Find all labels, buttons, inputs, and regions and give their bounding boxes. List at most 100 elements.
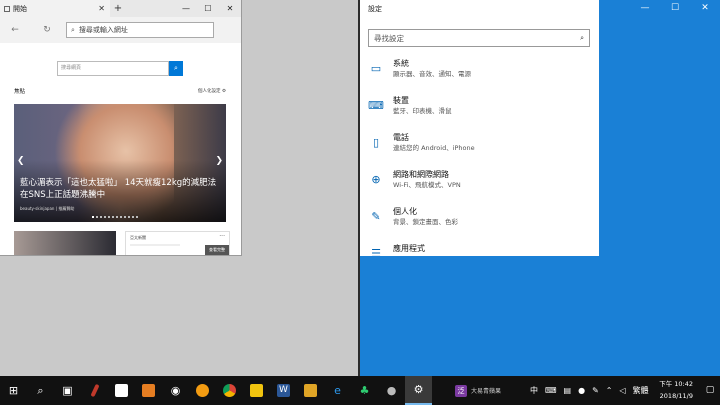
ime-name: 大易青蘋果	[471, 388, 502, 395]
settings-item-title: 個人化	[393, 207, 417, 216]
chrome-icon[interactable]	[216, 376, 243, 405]
settings-item-subtitle: Wi-Fi、飛航模式、VPN	[393, 181, 461, 189]
carousel-next-icon[interactable]: ❯	[215, 156, 223, 166]
media-app-icon[interactable]	[189, 376, 216, 405]
settings-item[interactable]: ▭ 系統 顯示器、音效、通知、電源	[368, 58, 593, 88]
outlook-icon[interactable]	[297, 376, 324, 405]
ball-app-icon[interactable]: ●	[378, 376, 405, 405]
microphone-icon[interactable]: ●	[578, 386, 585, 395]
carousel-dot[interactable]	[96, 216, 98, 218]
carousel-dot[interactable]	[112, 216, 114, 218]
keyboard-layout-label[interactable]: 繁體	[633, 385, 649, 396]
hero-title[interactable]: 藍心湄表示「這也太猛啦」 14天就瘦12kg的減肥法在SNS上正話題沸騰中	[20, 177, 220, 201]
clock-date: 2018/11/9	[659, 392, 693, 400]
carousel-dot[interactable]	[124, 216, 126, 218]
store-icon[interactable]	[108, 376, 135, 405]
keyboard-icon[interactable]: ⌨	[545, 386, 557, 395]
settings-item-text: 裝置 藍牙、印表機、滑鼠	[393, 95, 452, 125]
file-explorer-icon[interactable]	[243, 376, 270, 405]
eye-app-icon[interactable]: ◉	[162, 376, 189, 405]
settings-title[interactable]: 設定	[360, 0, 599, 17]
carousel-dot[interactable]	[132, 216, 134, 218]
page-search-input[interactable]: 搜尋網頁	[57, 61, 169, 76]
clock-time: 下午 10:42	[659, 380, 693, 388]
keyboard-icon: ⌨	[368, 99, 384, 112]
carousel-dot[interactable]	[92, 216, 94, 218]
settings-item-subtitle: 顯示器、音效、通知、電源	[393, 70, 471, 78]
edge-window: 開始 ✕ + — ☐ ✕ ← ↻ ⌕ 搜尋或輸入網址 搜尋網頁 ⌕ 焦點 個人化…	[0, 0, 242, 256]
pen-app-icon[interactable]	[81, 376, 108, 405]
carousel-dot[interactable]	[100, 216, 102, 218]
carousel-dot[interactable]	[128, 216, 130, 218]
globe-icon: ⊕	[371, 173, 381, 186]
clover-app-icon[interactable]: ♣	[351, 376, 378, 405]
tab-close-icon[interactable]: ✕	[98, 4, 105, 13]
card-source: 亞太新聞	[130, 235, 146, 240]
close-button[interactable]: ✕	[690, 0, 720, 17]
news-card-image[interactable]	[14, 231, 116, 255]
paintbrush-icon: ✎	[371, 210, 381, 223]
tab-title: 開始	[13, 4, 27, 13]
action-center-icon[interactable]: ▢	[700, 376, 720, 405]
task-view-icon[interactable]: ▣	[54, 376, 81, 405]
new-tab-button[interactable]: +	[110, 3, 126, 14]
windows-start-icon[interactable]: ⊞	[0, 376, 27, 405]
edge-tab[interactable]: 開始 ✕	[0, 0, 110, 17]
edge-titlebar[interactable]: 開始 ✕ + — ☐ ✕	[0, 0, 241, 17]
back-arrow-icon[interactable]: ←	[6, 25, 24, 35]
news-card[interactable]: 亞太新聞 ··· 查看完整	[125, 231, 230, 255]
edge-navbar: ← ↻ ⌕ 搜尋或輸入網址	[0, 17, 241, 43]
settings-item-subtitle: 連結您的 Android、iPhone	[393, 144, 475, 152]
feed-header: 焦點 個人化設定 ⚙	[14, 87, 226, 95]
clock[interactable]: 下午 10:42 2018/11/9	[648, 378, 693, 402]
address-bar[interactable]: ⌕ 搜尋或輸入網址	[66, 22, 214, 38]
page-search-box: 搜尋網頁 ⌕	[57, 61, 183, 76]
settings-item[interactable]: ☰ 應用程式	[368, 243, 593, 256]
view-full-button[interactable]: 查看完整	[205, 245, 229, 255]
ime-indicator[interactable]: 泛 大易青蘋果	[455, 376, 501, 405]
carousel-prev-icon[interactable]: ❮	[17, 156, 25, 166]
feed-title: 焦點	[14, 89, 26, 95]
settings-item[interactable]: ✎ 個人化背景、鎖定畫面、色彩	[368, 206, 593, 236]
input-mode-label[interactable]: 中	[530, 385, 538, 396]
maximize-button[interactable]: ☐	[197, 0, 219, 17]
carousel-dot[interactable]	[104, 216, 106, 218]
system-tray: 中 ⌨ ▤ ● ✎ ⌃ ◁ 繁體	[530, 376, 649, 405]
tab-page-icon	[4, 5, 10, 12]
settings-item[interactable]: ▯ 電話 連結您的 Android、iPhone	[368, 132, 593, 162]
search-icon[interactable]: ⌕	[27, 376, 54, 405]
settings-gear-icon[interactable]: ⚙	[405, 376, 432, 405]
edge-icon[interactable]: e	[324, 376, 351, 405]
laptop-icon: ▭	[370, 62, 382, 75]
apps-list-icon: ☰	[371, 247, 381, 256]
minimize-button[interactable]: —	[630, 0, 660, 17]
carousel-dot[interactable]	[108, 216, 110, 218]
more-options-icon[interactable]: ···	[219, 233, 225, 240]
settings-item-text: 個人化背景、鎖定畫面、色彩	[393, 206, 458, 236]
taskbar: ⊞ ⌕ ▣ ◉ W e ♣ ● ⚙ 泛 大易青蘋果 中 ⌨ ▤ ● ✎ ⌃ ◁ …	[0, 376, 720, 405]
carousel-dot[interactable]	[116, 216, 118, 218]
show-hidden-icons-icon[interactable]: ⌃	[606, 386, 613, 395]
close-button[interactable]: ✕	[219, 0, 241, 17]
gear-icon: ⚙	[221, 89, 226, 94]
network-icon[interactable]: ▤	[564, 386, 572, 395]
speaker-icon[interactable]: ◁	[620, 386, 626, 395]
settings-item-subtitle: 背景、鎖定畫面、色彩	[393, 218, 458, 226]
word-icon[interactable]: W	[270, 376, 297, 405]
carousel-dot[interactable]	[120, 216, 122, 218]
pen-icon[interactable]: ✎	[592, 386, 599, 395]
settings-search-input[interactable]: 尋找設定 ⌕	[368, 29, 590, 47]
mail-icon[interactable]	[135, 376, 162, 405]
settings-item[interactable]: ⌨ 裝置 藍牙、印表機、滑鼠	[368, 95, 593, 125]
maximize-button[interactable]: ☐	[660, 0, 690, 17]
search-icon: ⌕	[71, 25, 75, 34]
personalize-link[interactable]: 個人化設定 ⚙	[198, 88, 226, 94]
settings-item-text: 電話連結您的 Android、iPhone	[393, 132, 475, 162]
minimize-button[interactable]: —	[175, 0, 197, 17]
hero-news-card[interactable]: ❮ ❯ 藍心湄表示「這也太猛啦」 14天就瘦12kg的減肥法在SNS上正話題沸騰…	[14, 104, 226, 222]
refresh-icon[interactable]: ↻	[38, 25, 56, 35]
carousel-dot[interactable]	[136, 216, 138, 218]
settings-item-title: 電話	[393, 133, 409, 142]
page-search-button[interactable]: ⌕	[169, 61, 183, 76]
settings-item[interactable]: ⊕ 網路和網際網路 Wi-Fi、飛航模式、VPN	[368, 169, 593, 199]
